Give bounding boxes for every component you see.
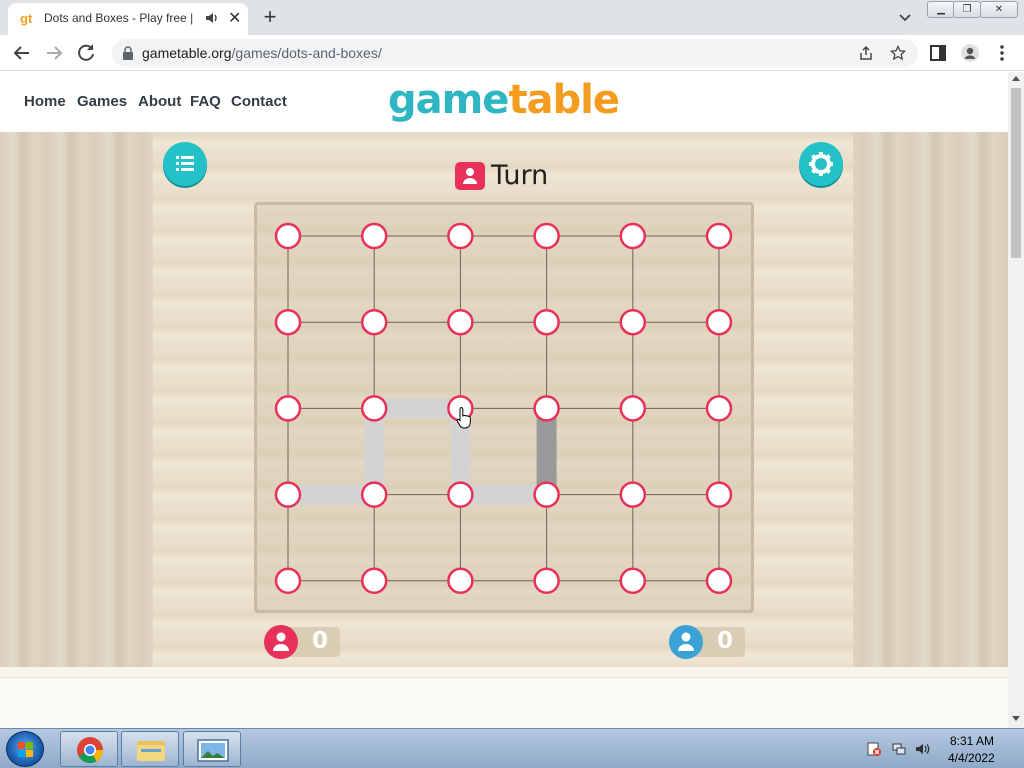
url-path: /games/dots-and-boxes/ <box>231 45 382 61</box>
grid-dot[interactable] <box>447 567 474 595</box>
site-favicon: gt <box>20 11 33 26</box>
menu-dots-icon[interactable] <box>992 43 1012 63</box>
grid-dot[interactable] <box>447 308 474 336</box>
grid-dot[interactable] <box>274 481 302 508</box>
dots-grid[interactable] <box>257 205 751 610</box>
windows-logo-icon <box>18 742 33 757</box>
close-window-button[interactable]: ✕ <box>980 1 1018 18</box>
taskbar-chrome[interactable] <box>60 731 118 767</box>
start-button[interactable] <box>6 731 44 767</box>
turn-label: Turn <box>491 160 549 191</box>
grid-dot[interactable] <box>274 308 302 336</box>
gear-icon <box>809 152 833 176</box>
new-tab-button[interactable]: + <box>258 4 282 30</box>
grid-dot[interactable] <box>705 308 733 336</box>
scroll-up-icon[interactable] <box>1012 76 1020 81</box>
forward-arrow-icon[interactable] <box>42 41 66 65</box>
grid-dot[interactable] <box>360 308 388 336</box>
nav-contact-link[interactable]: Contact <box>231 93 287 110</box>
side-panel-icon[interactable] <box>928 43 948 63</box>
lock-icon[interactable] <box>122 46 134 60</box>
grid-dot[interactable] <box>619 481 647 508</box>
grid-dot[interactable] <box>274 222 302 250</box>
scrollbar-thumb[interactable] <box>1011 88 1021 258</box>
profile-icon[interactable] <box>960 43 980 63</box>
minimize-button[interactable]: ▁ <box>927 1 955 18</box>
grid-dot[interactable] <box>705 222 733 250</box>
player2-avatar <box>669 625 703 659</box>
clock-time[interactable]: 8:31 AM <box>950 734 994 748</box>
grid-dot[interactable] <box>533 395 560 422</box>
action-center-icon[interactable] <box>866 741 882 757</box>
nav-faq-link[interactable]: FAQ <box>190 93 221 110</box>
volume-icon[interactable] <box>914 741 930 757</box>
site-header: Home Games About FAQ Contact gametable <box>0 72 1008 132</box>
taskbar-image-viewer[interactable] <box>183 731 241 767</box>
grid-dot[interactable] <box>705 395 733 422</box>
tab-title: Dots and Boxes - Play free | G <box>44 11 194 25</box>
browser-tab-strip: gt Dots and Boxes - Play free | G ✕ + ▁ … <box>0 0 1024 35</box>
page-scrollbar[interactable] <box>1008 72 1024 728</box>
grid-dot[interactable] <box>274 395 302 422</box>
url-text: gametable.org/games/dots-and-boxes/ <box>142 45 382 61</box>
chevron-down-icon[interactable] <box>898 11 912 25</box>
tab-close-icon[interactable]: ✕ <box>228 8 241 28</box>
content-panel <box>0 677 1008 728</box>
audio-icon[interactable] <box>204 10 220 26</box>
grid-dot[interactable] <box>447 481 474 508</box>
share-icon[interactable] <box>858 45 874 61</box>
nav-about-link[interactable]: About <box>138 93 181 110</box>
grid-dot[interactable] <box>360 222 388 250</box>
logo-game-text: game <box>388 77 509 123</box>
url-domain: gametable.org <box>142 45 232 61</box>
grid-dot[interactable] <box>619 567 647 595</box>
grid-dot[interactable] <box>533 567 560 595</box>
game-board[interactable] <box>254 202 754 613</box>
hand-cursor-icon <box>456 406 471 429</box>
address-bar[interactable]: gametable.org/games/dots-and-boxes/ <box>112 39 918 67</box>
grid-dot[interactable] <box>705 567 733 595</box>
screen: gt Dots and Boxes - Play free | G ✕ + ▁ … <box>0 0 1024 768</box>
page-lower-section <box>0 667 1008 728</box>
grid-dot[interactable] <box>533 222 560 250</box>
clock-date[interactable]: 4/4/2022 <box>948 751 995 765</box>
browser-tab[interactable]: gt Dots and Boxes - Play free | G ✕ <box>8 3 248 35</box>
page-viewport: Home Games About FAQ Contact gametable T… <box>0 72 1008 728</box>
logo-table-text: table <box>508 77 620 123</box>
taskbar-file-explorer[interactable] <box>121 731 179 767</box>
grid-dot[interactable] <box>619 308 647 336</box>
browser-toolbar: gametable.org/games/dots-and-boxes/ <box>0 35 1024 71</box>
grid-dot[interactable] <box>360 395 388 422</box>
settings-button[interactable] <box>799 142 843 186</box>
player1-avatar <box>264 625 298 659</box>
grid-dot[interactable] <box>619 222 647 250</box>
chrome-icon <box>77 737 104 764</box>
windows-taskbar: 8:31 AM 4/4/2022 <box>0 728 1024 768</box>
game-menu-button[interactable] <box>163 142 207 186</box>
list-icon <box>176 156 194 171</box>
grid-dot[interactable] <box>274 567 302 595</box>
reload-icon[interactable] <box>74 41 98 65</box>
file-explorer-icon <box>137 741 165 761</box>
network-icon[interactable] <box>891 741 907 757</box>
grid-dot[interactable] <box>533 481 560 508</box>
grid-dot[interactable] <box>360 567 388 595</box>
nav-home-link[interactable]: Home <box>24 93 66 110</box>
grid-dot[interactable] <box>619 395 647 422</box>
gametable-logo[interactable]: gametable <box>388 77 620 123</box>
star-icon[interactable] <box>890 45 906 61</box>
grid-dot[interactable] <box>705 481 733 508</box>
turn-player-badge <box>455 162 485 190</box>
grid-dot[interactable] <box>360 481 388 508</box>
player-icon <box>463 168 477 184</box>
back-arrow-icon[interactable] <box>10 41 34 65</box>
nav-games-link[interactable]: Games <box>77 93 127 110</box>
grid-dot[interactable] <box>447 222 474 250</box>
restore-button[interactable]: ❐ <box>953 1 981 18</box>
grid-dot[interactable] <box>533 308 560 336</box>
image-viewer-icon <box>197 739 229 762</box>
scroll-down-icon[interactable] <box>1012 716 1020 721</box>
player1-score-value: 0 <box>312 628 329 654</box>
player2-score-value: 0 <box>717 628 734 654</box>
